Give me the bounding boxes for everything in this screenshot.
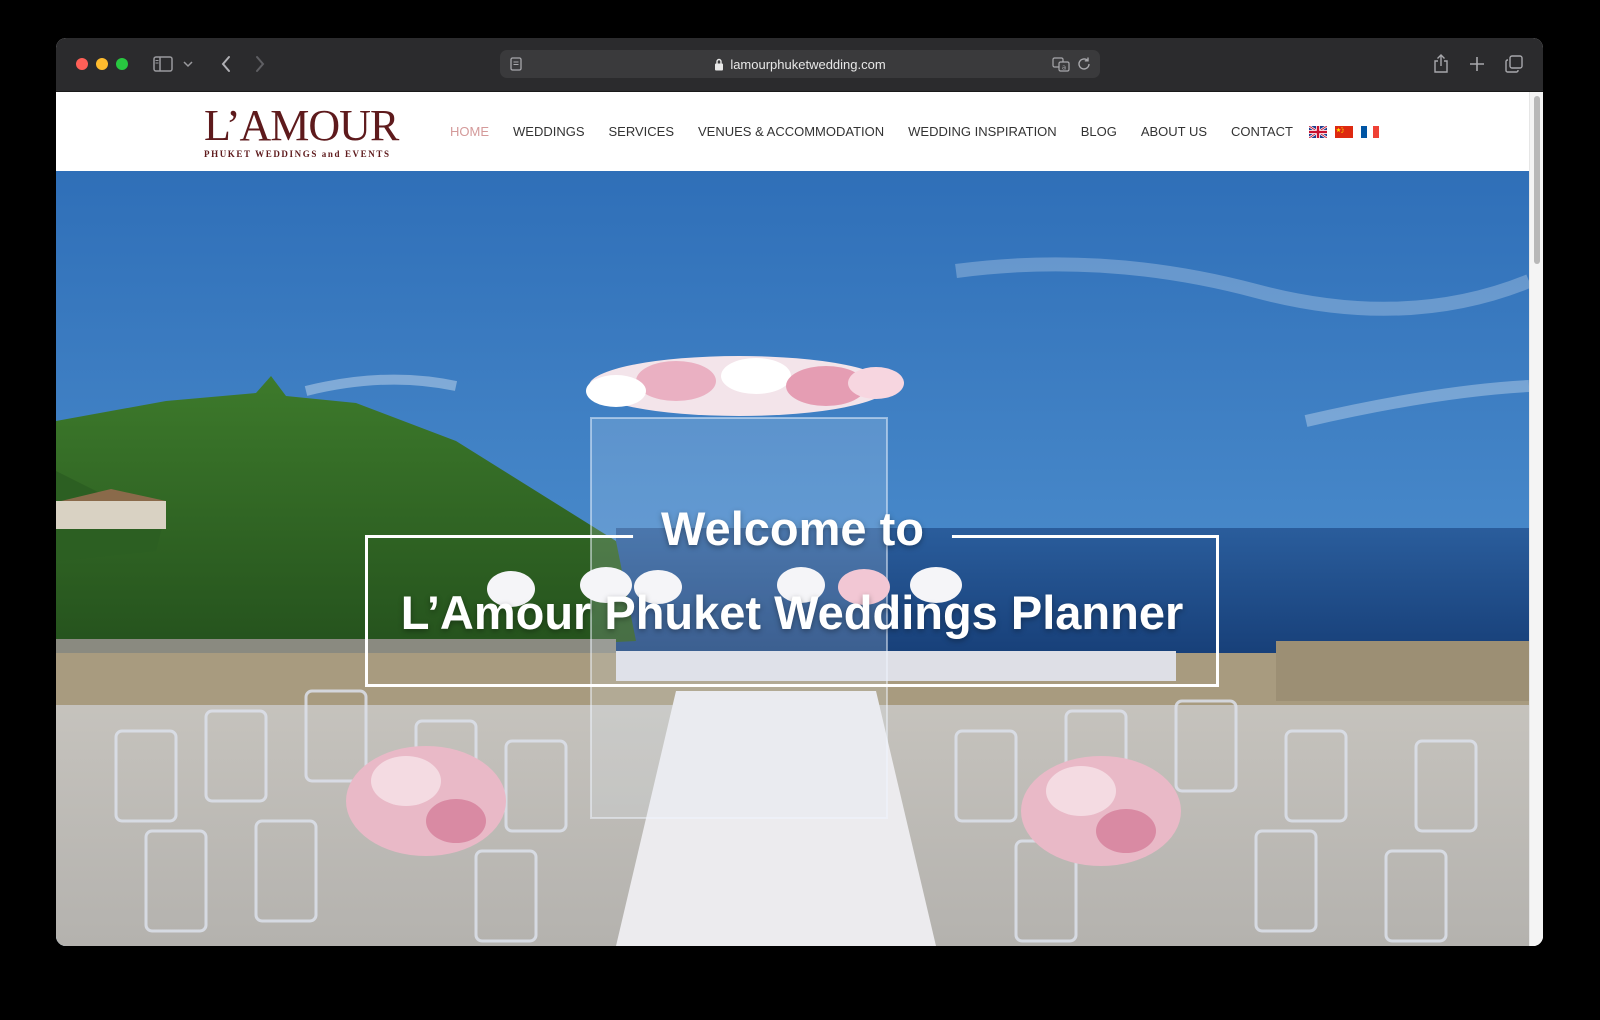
hero-line1-text: Welcome to xyxy=(661,502,924,555)
nav-services[interactable]: SERVICES xyxy=(609,124,675,139)
nav-contact[interactable]: CONTACT xyxy=(1231,124,1293,139)
plus-icon[interactable] xyxy=(1466,52,1488,76)
hero-main-heading: L’Amour Phuket Weddings Planner xyxy=(400,586,1184,639)
nav-venues-accommodation[interactable]: VENUES & ACCOMMODATION xyxy=(698,124,884,139)
logo-wordmark: L’AMOUR xyxy=(204,101,399,150)
language-switcher xyxy=(1308,125,1379,138)
nav-blog[interactable]: BLOG xyxy=(1081,124,1117,139)
chevron-down-icon[interactable] xyxy=(181,52,195,76)
china-flag-icon[interactable] xyxy=(1334,125,1353,138)
france-flag-icon[interactable] xyxy=(1360,125,1379,138)
main-nav: HOME WEDDINGS SERVICES VENUES & ACCOMMOD… xyxy=(450,92,1379,171)
hero-banner: Welcome to L’Amour Phuket Weddings Plann… xyxy=(56,171,1529,946)
svg-text:a: a xyxy=(1062,64,1066,72)
nav-about-us[interactable]: ABOUT US xyxy=(1141,124,1207,139)
share-icon[interactable] xyxy=(1430,52,1452,76)
nav-wedding-inspiration[interactable]: WEDDING INSPIRATION xyxy=(908,124,1057,139)
back-arrow-icon[interactable] xyxy=(216,52,236,76)
scrollbar-thumb[interactable] xyxy=(1534,96,1540,264)
lock-icon xyxy=(715,58,724,70)
uk-flag-icon[interactable] xyxy=(1308,125,1327,138)
hero-welcome-heading: Welcome to xyxy=(56,501,1529,556)
reload-icon[interactable] xyxy=(1076,56,1092,72)
page-scrollbar[interactable] xyxy=(1529,92,1543,946)
nav-home[interactable]: HOME xyxy=(450,124,489,139)
logo-tagline: PHUKET WEDDINGS and EVENTS xyxy=(204,149,391,159)
nav-weddings[interactable]: WEDDINGS xyxy=(513,124,585,139)
site-header: L’AMOUR PHUKET WEDDINGS and EVENTS HOME … xyxy=(56,92,1529,171)
zoom-window-button[interactable] xyxy=(116,58,128,70)
web-page: L’AMOUR PHUKET WEDDINGS and EVENTS HOME … xyxy=(56,92,1543,946)
site-logo[interactable]: L’AMOUR PHUKET WEDDINGS and EVENTS xyxy=(204,101,418,160)
close-window-button[interactable] xyxy=(76,58,88,70)
browser-window: lamourphuketwedding.com a L’AMOUR PHUKET… xyxy=(56,38,1543,946)
address-bar[interactable]: lamourphuketwedding.com a xyxy=(500,50,1100,78)
tabs-overview-icon[interactable] xyxy=(1503,52,1525,76)
url-text: lamourphuketwedding.com xyxy=(730,56,886,72)
browser-toolbar: lamourphuketwedding.com a xyxy=(56,38,1543,92)
translate-icon[interactable]: a xyxy=(1052,56,1070,72)
forward-arrow-icon[interactable] xyxy=(250,52,270,76)
sidebar-icon[interactable] xyxy=(151,52,175,76)
minimize-window-button[interactable] xyxy=(96,58,108,70)
